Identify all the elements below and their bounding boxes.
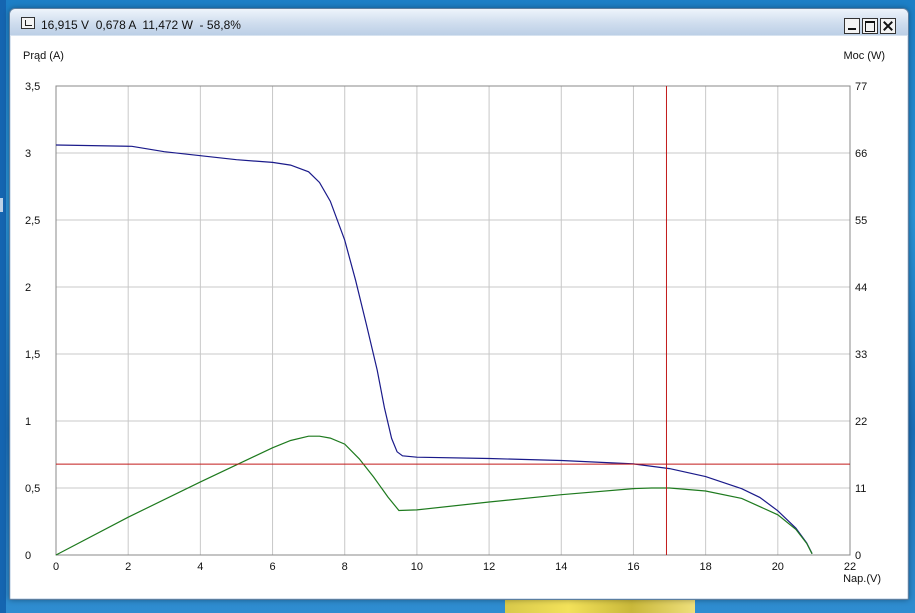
maximize-icon [865, 21, 875, 32]
minimize-icon [847, 21, 857, 31]
left-tick-label: 1,5 [25, 349, 40, 361]
left-tick-label: 3 [25, 148, 31, 160]
right-axis-ticks: 0 11 22 33 44 55 66 77 [855, 81, 867, 562]
x-tick-label: 8 [342, 561, 348, 573]
right-tick-label: 33 [855, 349, 867, 361]
left-axis-label: Prąd (A) [23, 50, 64, 62]
left-tick-label: 2 [25, 282, 31, 294]
x-tick-label: 10 [411, 561, 423, 573]
right-tick-label: 22 [855, 416, 867, 428]
x-tick-label: 12 [483, 561, 495, 573]
x-tick-label: 16 [627, 561, 639, 573]
power-series-line [55, 435, 813, 556]
x-tick-label: 14 [555, 561, 567, 573]
right-tick-label: 11 [855, 483, 866, 495]
left-tick-label: 0 [25, 550, 31, 562]
chart-window: 16,915 V 0,678 A 11,472 W - 58,8% 0 2 4 6 8 1… [9, 8, 909, 600]
right-tick-label: 55 [855, 215, 867, 227]
x-tick-label: 20 [772, 561, 784, 573]
x-tick-label: 2 [125, 561, 131, 573]
chart-area: 0 2 4 6 8 10 12 14 16 18 20 22 0 0,5 1 1,5 2 2,5 3 3,5 0 11… [11, 36, 907, 598]
close-button[interactable] [880, 18, 896, 34]
right-tick-label: 44 [855, 282, 867, 294]
left-tick-label: 2,5 [25, 215, 40, 227]
taskbar-wallpaper-strip [505, 598, 695, 613]
desktop-edge [0, 0, 6, 613]
window-title: 16,915 V 0,678 A 11,472 W - 58,8% [41, 18, 241, 32]
x-tick-label: 18 [700, 561, 712, 573]
current-series-line [55, 144, 813, 554]
x-axis-label: Nap.(V) [843, 573, 881, 585]
left-tick-label: 0,5 [25, 483, 40, 495]
x-tick-label: 0 [53, 561, 59, 573]
left-tick-label: 1 [25, 416, 31, 428]
left-tick-label: 3,5 [25, 81, 40, 93]
x-axis-ticks: 0 2 4 6 8 10 12 14 16 18 20 22 [53, 561, 856, 573]
x-tick-label: 6 [269, 561, 275, 573]
x-tick-label: 4 [197, 561, 203, 573]
right-tick-label: 77 [855, 81, 867, 93]
iv-curve-chart: 0 2 4 6 8 10 12 14 16 18 20 22 0 0,5 1 1,5 2 2,5 3 3,5 0 11… [23, 50, 885, 585]
title-bar[interactable]: 16,915 V 0,678 A 11,472 W - 58,8% [10, 9, 908, 35]
right-tick-label: 66 [855, 148, 867, 160]
x-tick-label: 22 [844, 561, 856, 573]
right-tick-label: 0 [855, 550, 861, 562]
maximize-button[interactable] [862, 18, 878, 34]
close-icon [883, 21, 893, 31]
window-app-icon[interactable] [21, 17, 35, 29]
minimize-button[interactable] [844, 18, 860, 34]
right-axis-label: Moc (W) [843, 50, 885, 62]
desktop-edge-mark [0, 198, 3, 212]
left-axis-ticks: 0 0,5 1 1,5 2 2,5 3 3,5 [25, 81, 40, 562]
